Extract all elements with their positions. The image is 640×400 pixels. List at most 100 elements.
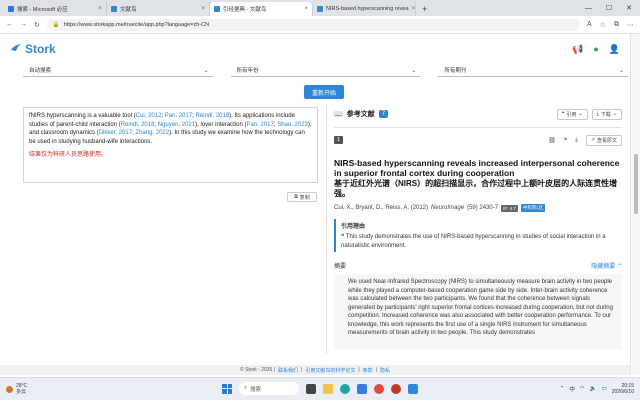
more-icon[interactable]: ⋯ — [627, 21, 634, 29]
app-icon[interactable] — [391, 383, 401, 394]
clock[interactable]: 20:15 2026/6/10 — [612, 383, 634, 396]
task-view-icon[interactable] — [306, 383, 316, 394]
copy-icon: ⧉ — [294, 194, 298, 200]
app-icon[interactable] — [374, 383, 384, 394]
reference-number: 1 — [334, 136, 344, 144]
edge-icon[interactable] — [340, 383, 350, 394]
copy-button[interactable]: ⧉ 复制 — [287, 192, 317, 202]
download-icon[interactable]: ⤓ — [575, 137, 578, 144]
taskbar-search[interactable]: ⌕ 搜索 — [239, 382, 299, 395]
close-icon[interactable]: ✕ — [626, 4, 632, 12]
tab-label: 文献鸟 — [120, 7, 137, 13]
browser-tab-bar: 搜索 - Microsoft 必应 × 文献鸟 × 引经据典 - 文献鸟 × NIRS-ba… — [0, 0, 640, 16]
back-icon[interactable]: ← — [6, 21, 13, 28]
copyright-text: © Stork - 2026 | — [240, 367, 275, 373]
reference-title-en[interactable]: NIRS-based hyperscanning reveals increas… — [334, 158, 622, 178]
close-tab-icon[interactable]: × — [412, 6, 415, 12]
privacy-link[interactable]: 隐私 — [380, 367, 390, 374]
read-aloud-icon[interactable]: A — [587, 21, 592, 29]
collections-icon[interactable]: ⧉ — [614, 21, 619, 29]
cite-dropdown-button[interactable]: ❝ 引用 ⌄ — [556, 108, 588, 120]
window-controls: — ☐ ✕ — [585, 0, 640, 16]
chevron-down-icon: ⌄ — [203, 67, 209, 74]
input-text-panel[interactable]: fNIRS hyperscanning is a valuable tool (… — [23, 107, 318, 183]
volume-pages: (59) 2430-7 — [467, 205, 499, 211]
citation-link[interactable]: Nguyen, 2021 — [158, 122, 195, 128]
wechat-icon[interactable]: ● — [593, 44, 598, 54]
chevron-down-icon: ⌄ — [618, 67, 625, 74]
citation-link[interactable]: Shao, 2023 — [277, 122, 308, 128]
year-select[interactable]: 所有年份 ⌄ — [230, 64, 421, 77]
weather-icon — [6, 385, 13, 393]
volume-icon[interactable]: 🔈 — [590, 386, 597, 392]
citation-link[interactable]: Reindl, 2018 — [195, 113, 229, 119]
citation-link[interactable]: Pan, 2017 — [247, 122, 274, 128]
weather-widget[interactable]: 28°C 多云 — [6, 383, 27, 395]
quote-icon: ❝ — [561, 111, 565, 117]
footer-sep: | — [358, 367, 360, 373]
new-tab-button[interactable]: + — [416, 2, 433, 16]
quote-icon[interactable]: ❝ — [564, 137, 567, 144]
search-type-select[interactable]: 自动搜索 ⌄ — [23, 64, 213, 77]
tab-label: NIRS-based hyperscanning revea — [326, 6, 409, 12]
forward-icon[interactable]: → — [20, 21, 27, 28]
references-header: 📖 参考文献 7 ❝ 引用 ⌄ ⤓ 下载 ⌄ — [334, 107, 622, 121]
chevron-up-icon: ⌃ — [616, 264, 622, 270]
minimize-icon[interactable]: — — [585, 5, 592, 12]
taskbar-search-label: 搜索 — [250, 386, 262, 393]
url-field[interactable]: 🔒 https://www.storkapp.me/truecite/app.p… — [46, 18, 581, 31]
maximize-icon[interactable]: ☐ — [606, 4, 612, 12]
tab-label: 搜索 - Microsoft 必应 — [17, 7, 68, 13]
close-tab-icon[interactable]: × — [98, 6, 102, 12]
citation-link[interactable]: Dikker, 2017 — [99, 130, 132, 136]
system-tray: ⌃ 中 ◠ 🔈 ▭ 20:15 2026/6/10 — [560, 383, 634, 396]
url-text: https://www.storkapp.me/truecite/app.php… — [63, 21, 210, 28]
panel-divider — [326, 104, 327, 354]
hide-abstract-link[interactable]: 隐藏摘要 ⌃ — [591, 261, 622, 270]
browser-tab[interactable]: 搜索 - Microsoft 必应 × — [4, 2, 107, 16]
external-link-icon: ↗ — [590, 137, 595, 143]
explorer-icon[interactable] — [323, 383, 333, 394]
citation-link[interactable]: Reindl, 2018 — [121, 122, 155, 128]
guide-link[interactable]: 引用文献鸟的科学论文 — [305, 367, 355, 374]
contact-link[interactable]: 联系我们 — [278, 367, 298, 374]
browser-tab[interactable]: NIRS-based hyperscanning revea × — [313, 2, 416, 16]
view-full-label: 查看原文 — [596, 137, 617, 144]
journal-select[interactable]: 所有期刊 ⌄ — [438, 64, 629, 77]
impact-factor-badge: IF: 4.7 — [501, 204, 518, 212]
page-scrollbar[interactable] — [630, 34, 640, 375]
search-type-value: 自动搜索 — [29, 68, 52, 74]
abstract-body: We used Near-Infrared Spectroscopy (NIRS… — [334, 274, 622, 349]
link-icon[interactable]: ⛓ — [548, 137, 556, 144]
store-icon[interactable] — [357, 383, 367, 394]
book-icon: 📖 — [334, 111, 343, 118]
browser-tab[interactable]: 引经据典 - 文献鸟 × — [210, 2, 313, 16]
filter-row: 自动搜索 ⌄ 所有年份 ⌄ 所有期刊 ⌄ — [23, 64, 629, 80]
citation-link[interactable]: Cui, 2012 — [136, 113, 162, 119]
refresh-icon[interactable]: ↻ — [34, 21, 40, 29]
favorite-star-icon[interactable]: ☆ — [600, 21, 606, 29]
bird-icon — [10, 42, 22, 56]
battery-icon[interactable]: ▭ — [602, 386, 607, 392]
ime-indicator[interactable]: 中 — [569, 385, 575, 393]
user-icon[interactable]: 👤 — [609, 44, 620, 55]
wifi-icon[interactable]: ◠ — [580, 386, 585, 392]
announce-icon[interactable]: 📢 — [572, 44, 583, 55]
close-tab-icon[interactable]: × — [201, 6, 205, 12]
copy-label: 复制 — [299, 194, 310, 201]
scrollbar-thumb[interactable] — [634, 154, 638, 214]
terms-link[interactable]: 条款 — [363, 367, 373, 374]
citation-link[interactable]: Zhang, 2022 — [135, 130, 169, 136]
browser-tab[interactable]: 文献鸟 × — [107, 2, 210, 16]
footer-sep: | — [375, 367, 377, 373]
authors: Cui, X., Bryant, D., Reiss, A. (2012) — [334, 205, 429, 211]
view-full-text-button[interactable]: ↗ 查看原文 — [585, 134, 622, 146]
chevron-up-icon[interactable]: ⌃ — [560, 386, 565, 392]
windows-start-icon[interactable] — [222, 383, 232, 394]
citation-link[interactable]: Pan, 2017 — [165, 113, 192, 119]
download-dropdown-button[interactable]: ⤓ 下载 ⌄ — [591, 108, 622, 120]
app-icon[interactable] — [408, 383, 418, 394]
stork-logo[interactable]: Stork — [10, 42, 56, 56]
close-tab-icon[interactable]: × — [304, 6, 308, 12]
restart-button[interactable]: 重新开始 — [304, 85, 344, 99]
